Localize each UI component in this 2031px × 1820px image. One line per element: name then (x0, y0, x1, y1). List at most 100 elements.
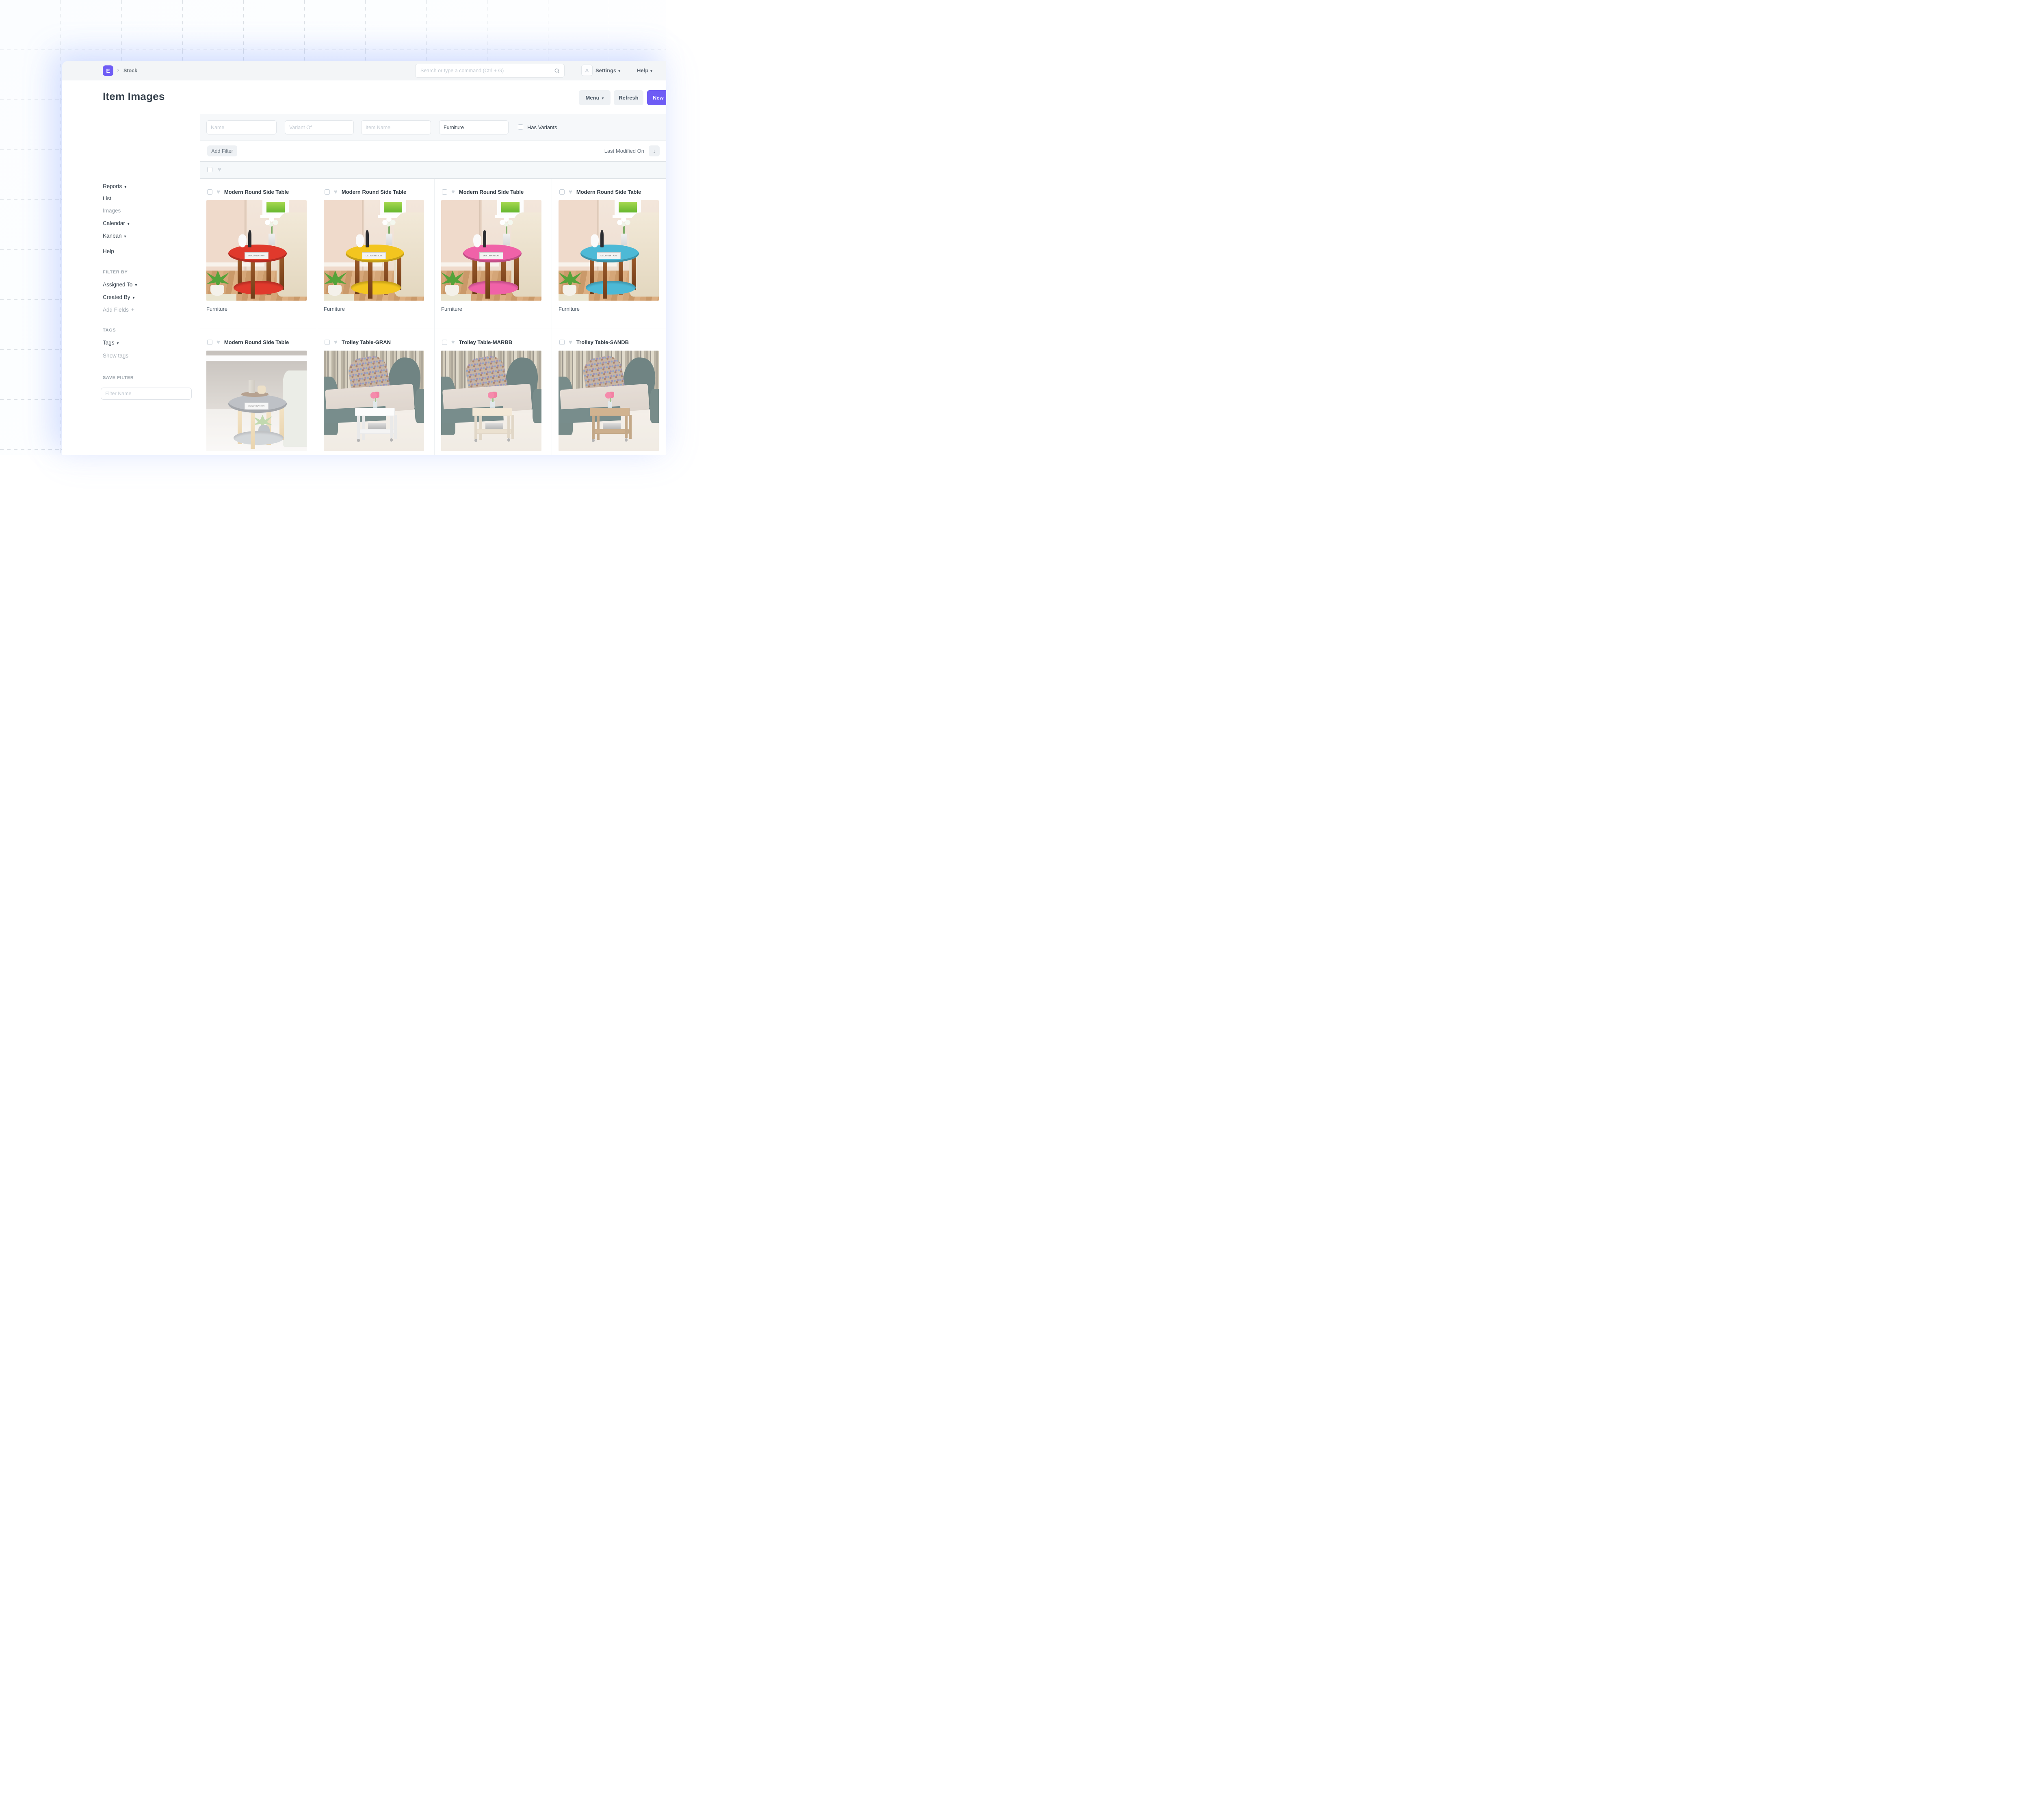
breadcrumb[interactable]: Stock (123, 68, 137, 74)
item-card[interactable]: Trolley Table-SANDB (552, 329, 666, 455)
heart-icon[interactable] (569, 189, 572, 195)
menu-button[interactable]: Menu (579, 90, 611, 105)
new-button[interactable]: New (647, 90, 666, 105)
card-checkbox[interactable] (325, 189, 330, 195)
wall (206, 351, 307, 409)
item-image[interactable]: DECORNATION DECORNATION (206, 351, 307, 451)
heart-icon[interactable] (334, 339, 338, 345)
card-checkbox[interactable] (325, 340, 330, 345)
trolley-leg (511, 415, 514, 439)
sofa-seat (560, 384, 650, 416)
card-title[interactable]: Modern Round Side Table (576, 189, 663, 195)
assigned-to-filter[interactable]: Assigned To (103, 282, 137, 288)
heart-icon[interactable] (217, 189, 220, 195)
avatar[interactable]: A (581, 65, 593, 76)
table-leg (238, 408, 242, 444)
card-title[interactable]: Modern Round Side Table (224, 189, 314, 195)
card-checkbox[interactable] (442, 340, 447, 345)
sidebar-item-reports[interactable]: Reports (103, 183, 126, 189)
sort-direction-button[interactable] (649, 145, 660, 156)
heart-icon[interactable] (218, 167, 221, 173)
chevron-down-icon (117, 340, 119, 346)
app-logo[interactable]: E (103, 65, 113, 76)
sofa-base (559, 406, 621, 424)
table-shelf (351, 281, 401, 295)
trolley-wheel (357, 439, 360, 442)
item-image[interactable]: DECORNATION DECORNATION (206, 200, 307, 301)
app-window: E Stock A Settings Help Item Images Menu… (62, 61, 666, 455)
card-checkbox[interactable] (559, 340, 565, 345)
trolley-wheel (592, 439, 595, 442)
created-by-label: Created By (103, 294, 130, 300)
card-checkbox[interactable] (559, 189, 565, 195)
card-title[interactable]: Modern Round Side Table (224, 339, 314, 345)
refresh-button[interactable]: Refresh (614, 90, 643, 105)
item-card[interactable]: Modern Round Side Table (200, 329, 317, 455)
heart-icon[interactable] (217, 339, 220, 345)
filter-name-input[interactable] (101, 388, 192, 400)
flowers (381, 215, 397, 228)
item-card[interactable]: Trolley Table-MARBB (435, 329, 552, 455)
created-by-filter[interactable]: Created By (103, 294, 135, 300)
side-chair (415, 389, 424, 423)
vase (591, 234, 599, 247)
global-search[interactable] (415, 64, 565, 78)
plant-pot (328, 285, 342, 296)
item-card[interactable]: Modern Round Side Table (435, 179, 552, 329)
settings-menu[interactable]: Settings (595, 67, 620, 74)
item-name-filter-input[interactable] (361, 120, 431, 134)
item-card[interactable]: Trolley Table-GRAN (317, 329, 435, 455)
variant-of-filter-input[interactable] (285, 120, 354, 134)
help-menu[interactable]: Help (637, 67, 652, 74)
item-image[interactable]: DECORNATION DECORNATION (559, 200, 659, 301)
card-title[interactable]: Modern Round Side Table (459, 189, 548, 195)
heart-icon[interactable] (334, 189, 338, 195)
sidebar-item-help[interactable]: Help (103, 248, 114, 254)
item-card[interactable]: Modern Round Side Table (552, 179, 666, 329)
flower-vase (268, 234, 275, 246)
pink-flower (370, 392, 379, 399)
card-title[interactable]: Modern Round Side Table (342, 189, 431, 195)
show-tags-toggle[interactable]: Show tags (103, 353, 128, 359)
sofa-back (385, 356, 423, 410)
card-checkbox[interactable] (442, 189, 447, 195)
assigned-to-label: Assigned To (103, 282, 132, 288)
select-all-checkbox[interactable] (207, 167, 212, 172)
heart-icon[interactable] (451, 189, 455, 195)
image-grid: Modern Round Side Table (200, 179, 666, 455)
card-title[interactable]: Trolley Table-MARBB (459, 339, 548, 345)
card-header: Modern Round Side Table (207, 339, 314, 345)
name-filter-input[interactable] (206, 120, 277, 134)
tray (241, 392, 268, 396)
item-card[interactable]: Modern Round Side Table (200, 179, 317, 329)
card-title[interactable]: Trolley Table-SANDB (576, 339, 663, 345)
card-checkbox[interactable] (207, 189, 212, 195)
heart-icon[interactable] (451, 339, 455, 345)
tags-filter[interactable]: Tags (103, 340, 119, 346)
sidebar-item-kanban[interactable]: Kanban (103, 233, 126, 239)
item-group-filter-input[interactable] (439, 120, 509, 134)
sofa-base (324, 406, 386, 424)
heart-icon[interactable] (569, 339, 572, 345)
item-image[interactable]: DECORNATION DECORNATION (324, 200, 424, 301)
baseboard (559, 262, 617, 266)
sort-field-label[interactable]: Last Modified On (604, 148, 644, 154)
sidebar-item-calendar[interactable]: Calendar (103, 220, 130, 226)
item-card[interactable]: Modern Round Side Table (317, 179, 435, 329)
item-image[interactable]: DECORNATION DECORNATION (559, 351, 659, 451)
search-input[interactable] (420, 67, 554, 74)
add-filter-button[interactable]: Add Filter (207, 145, 237, 156)
trolley-top (590, 408, 630, 416)
sidebar-item-images[interactable]: Images (103, 208, 121, 214)
item-image[interactable]: DECORNATION DECORNATION (324, 351, 424, 451)
add-fields-button[interactable]: Add Fields (103, 306, 134, 313)
card-checkbox[interactable] (207, 340, 212, 345)
magazines (603, 423, 621, 429)
card-title[interactable]: Trolley Table-GRAN (342, 339, 431, 345)
item-image[interactable]: DECORNATION DECORNATION (441, 200, 541, 301)
trolley-leg (362, 416, 365, 440)
curtains (324, 351, 424, 403)
has-variants-checkbox[interactable] (518, 124, 523, 130)
item-image[interactable]: DECORNATION DECORNATION (441, 351, 541, 451)
sidebar-item-list[interactable]: List (103, 195, 111, 202)
